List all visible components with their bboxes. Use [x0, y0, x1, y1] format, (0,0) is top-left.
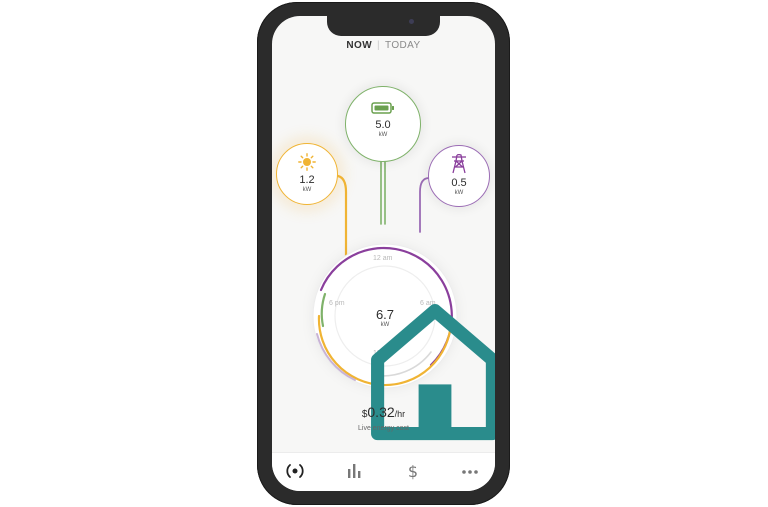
dollar-icon: $: [408, 462, 418, 481]
nav-more[interactable]: [458, 461, 482, 481]
tab-today[interactable]: TODAY: [385, 40, 421, 51]
time-tabs: NOW | TODAY: [272, 40, 495, 51]
live-cost: $0.32/hr: [272, 404, 495, 422]
solar-unit: kW: [302, 187, 312, 193]
power-tower-icon: [450, 153, 468, 174]
battery-icon: [371, 101, 395, 115]
tab-now[interactable]: NOW: [346, 40, 372, 51]
nav-live[interactable]: [283, 461, 307, 481]
nav-cost[interactable]: $: [401, 461, 425, 481]
home-usage-dial[interactable]: 12 am 6 am 12 pm 6 pm 6.7 kW: [303, 234, 495, 441]
cost-per: /hr: [394, 409, 406, 419]
bottom-nav: $: [272, 452, 495, 491]
house-icon: [371, 286, 495, 441]
clock-label-12am: 12 am: [373, 255, 393, 262]
app-screen: NOW | TODAY 5.0 kW 1.2 kW 0.5 kW 12 am 6…: [272, 16, 495, 491]
grid-node[interactable]: 0.5 kW: [428, 145, 490, 207]
grid-value: 0.5: [451, 177, 467, 189]
grid-flow-line: [419, 177, 430, 233]
svg-text:$: $: [408, 462, 418, 481]
live-icon: [286, 464, 304, 478]
solar-value: 1.2: [299, 174, 315, 186]
cost-label: Live energy cost: [358, 425, 409, 432]
cost-amount: 0.32: [367, 404, 395, 420]
nav-history[interactable]: [342, 461, 366, 481]
battery-value: 5.0: [375, 119, 391, 131]
tab-separator: |: [377, 40, 381, 51]
sun-icon: [298, 153, 316, 171]
battery-unit: kW: [378, 132, 388, 138]
grid-unit: kW: [454, 190, 464, 196]
home-center: 6.7 kW: [353, 286, 495, 441]
phone-notch: [327, 16, 440, 36]
more-icon: [462, 470, 478, 474]
bar-chart-icon: [348, 464, 361, 478]
solar-node[interactable]: 1.2 kW: [276, 143, 338, 205]
camera-icon: [409, 19, 414, 24]
stage: NOW | TODAY 5.0 kW 1.2 kW 0.5 kW 12 am 6…: [0, 0, 768, 507]
clock-label-6pm: 6 pm: [329, 300, 345, 307]
battery-node[interactable]: 5.0 kW: [345, 86, 421, 162]
